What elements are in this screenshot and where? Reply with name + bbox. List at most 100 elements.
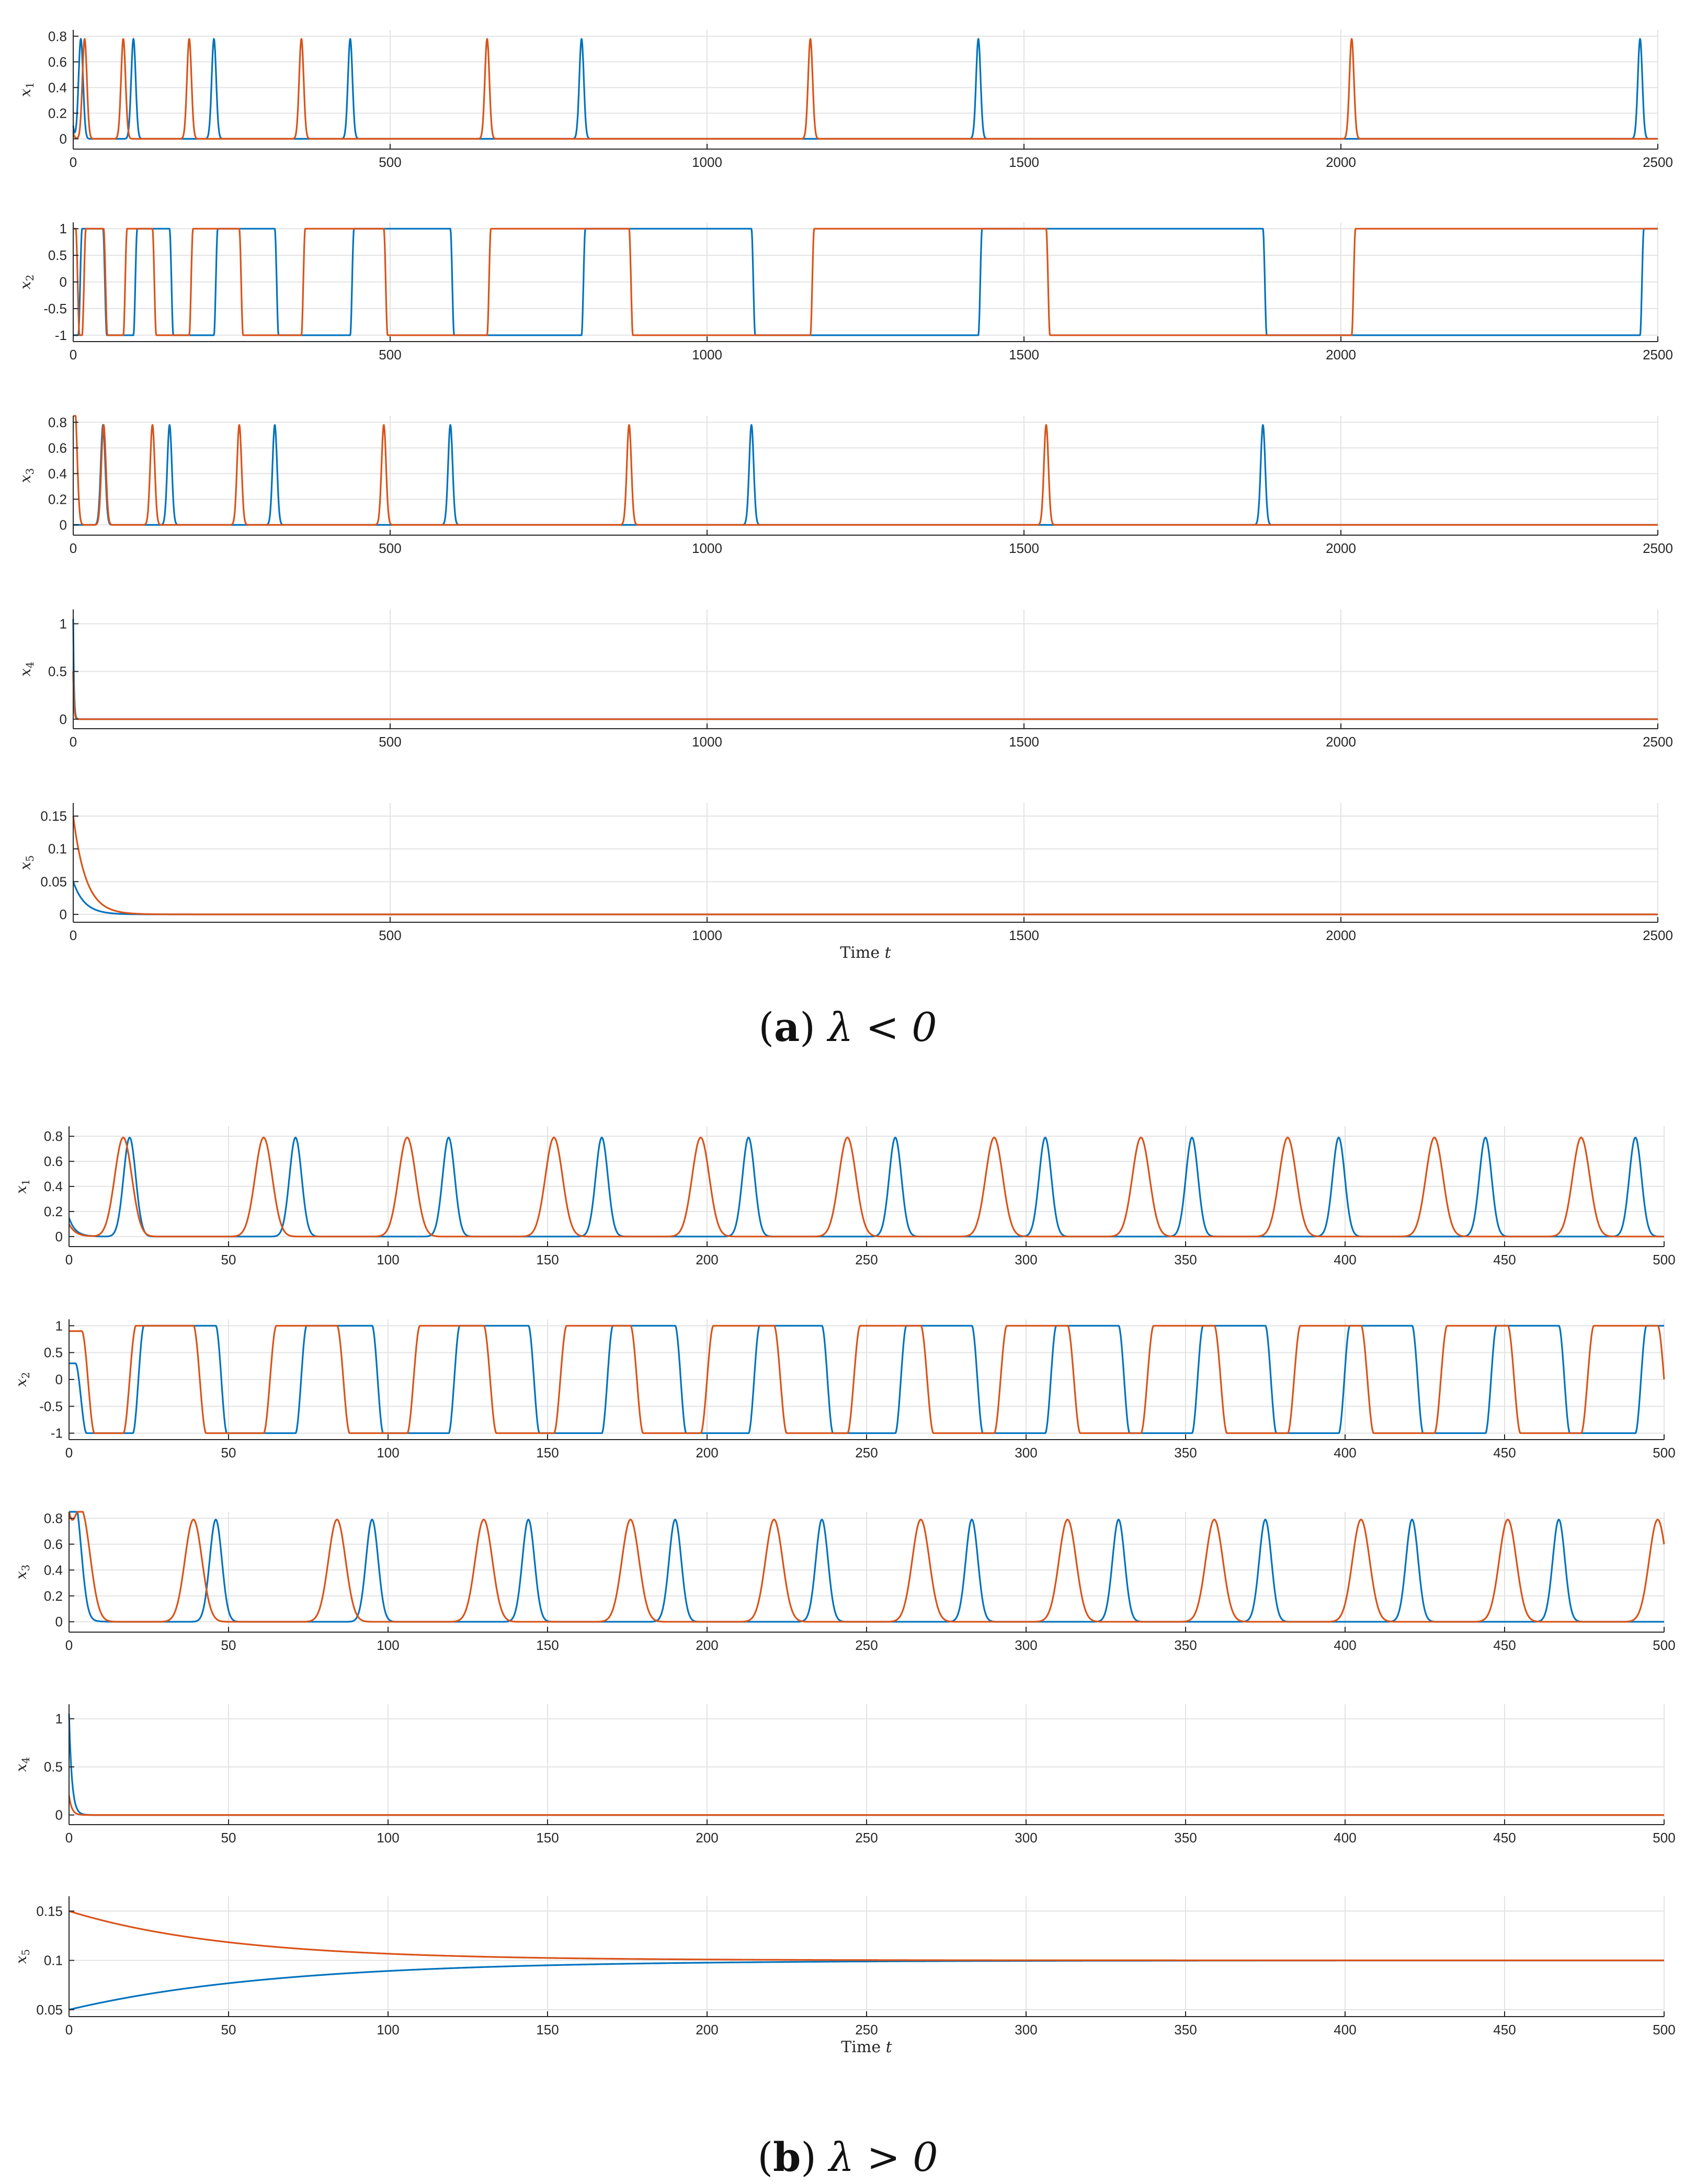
- y-tick-label: 0: [55, 1229, 63, 1244]
- y-tick-label: 1: [55, 1318, 63, 1333]
- x-tick-label: 100: [377, 2022, 399, 2038]
- series-line-2: [72, 38, 1658, 140]
- y-tick-label: -1: [51, 1425, 63, 1441]
- series-line-1: [72, 881, 1658, 915]
- x-tick-label: 50: [221, 1252, 236, 1268]
- x-tick-label: 2000: [1326, 927, 1356, 943]
- y-tick-label: 0.15: [36, 1903, 63, 1919]
- x-tick-label: 2000: [1326, 734, 1356, 750]
- x-tick-label: 500: [1653, 1637, 1675, 1653]
- y-tick-label: 0.4: [48, 466, 67, 481]
- x-tick-label: 250: [855, 1252, 878, 1268]
- y-tick-label: 0.2: [44, 1588, 63, 1604]
- x-tick-label: 2500: [1643, 927, 1673, 943]
- x-axis-label: Time t: [840, 944, 891, 962]
- y-tick-label: 0.8: [44, 1510, 63, 1526]
- x-tick-label: 400: [1334, 1445, 1356, 1461]
- y-tick-label: 0.8: [48, 28, 67, 44]
- y-tick-label: -0.5: [43, 301, 67, 316]
- y-tick-label: 0.05: [40, 874, 67, 889]
- x-tick-label: 350: [1174, 2022, 1197, 2038]
- x-tick-label: 200: [696, 1830, 718, 1846]
- x-tick-label: 1000: [692, 154, 722, 170]
- x-tick-label: 0: [65, 2022, 73, 2038]
- y-tick-label: 1: [55, 1711, 63, 1727]
- y-axis-label: x3: [17, 468, 36, 483]
- x-tick-label: 50: [221, 1637, 236, 1653]
- y-tick-label: 0.4: [44, 1562, 63, 1578]
- x-tick-label: 1500: [1009, 734, 1039, 750]
- y-tick-label: 0.6: [48, 440, 67, 456]
- series-line-2: [72, 816, 1658, 915]
- y-axis-label: x4: [17, 662, 36, 677]
- x-tick-label: 450: [1493, 1830, 1516, 1846]
- x-tick-label: 0: [70, 734, 77, 750]
- subplot-a-x5: 0 500 1000 1500 2000 2500 0 0.05 0.1 0.15 x5 Time t: [17, 803, 1673, 962]
- y-tick-label: 0.2: [44, 1204, 63, 1219]
- caption-b: (b) λ > 0: [757, 2134, 938, 2180]
- x-tick-label: 1000: [692, 927, 722, 943]
- y-axis-label: x4: [13, 1757, 32, 1772]
- y-axis-label: x5: [13, 1949, 32, 1964]
- x-tick-label: 2500: [1643, 347, 1673, 363]
- figure: 0 500 1000 1500 2000 250000.20.40.60.8x10 500 1…: [13, 28, 1676, 2180]
- y-tick-label: 0: [55, 1372, 63, 1387]
- x-tick-label: 50: [221, 1445, 236, 1461]
- x-tick-label: 350: [1174, 1637, 1197, 1653]
- x-tick-label: 350: [1174, 1252, 1197, 1268]
- x-tick-label: 350: [1174, 1445, 1197, 1461]
- y-tick-label: 0.5: [44, 1759, 63, 1775]
- x-tick-label: 0: [65, 1830, 73, 1846]
- x-tick-label: 0: [65, 1445, 73, 1461]
- x-tick-label: 1000: [692, 734, 722, 750]
- y-axis-label: x2: [13, 1372, 32, 1387]
- x-tick-label: 500: [379, 154, 401, 170]
- x-tick-label: 400: [1334, 2022, 1356, 2038]
- subplot-b-x5: 0 50 100 150 200 250 300 350 400 450 500 0.05 0.1 0.1…: [13, 1896, 1676, 2056]
- x-tick-label: 300: [1015, 1252, 1037, 1268]
- x-tick-label: 100: [377, 1637, 399, 1653]
- x-tick-label: 500: [379, 347, 401, 363]
- x-tick-label: 250: [855, 1445, 878, 1461]
- y-tick-label: 0.1: [48, 841, 67, 857]
- y-tick-label: 0: [60, 711, 67, 727]
- x-tick-label: 150: [536, 2022, 559, 2038]
- series-line-2: [72, 671, 1658, 720]
- y-tick-label: 0: [55, 1807, 63, 1823]
- y-tick-label: 0.5: [44, 1345, 63, 1361]
- x-tick-label: 100: [377, 1830, 399, 1846]
- x-tick-label: 400: [1334, 1637, 1356, 1653]
- subplot-b-x1: 0 50 100 150 200 250 300 350 400 450 500 0 0.2 0.4 0.6…: [13, 1126, 1676, 1268]
- y-axis-label: x3: [13, 1565, 32, 1580]
- y-tick-label: -0.5: [39, 1398, 63, 1414]
- y-tick-label: -1: [55, 327, 67, 343]
- x-tick-label: 0: [70, 347, 77, 363]
- y-tick-label: 0.6: [44, 1536, 63, 1552]
- y-tick-label: 0: [60, 274, 67, 290]
- y-tick-label: 0.5: [48, 247, 67, 263]
- x-tick-label: 150: [536, 1445, 559, 1461]
- subplot-b-x3: 0 50 100 150 200 250 300 350 400 450 500 0 0.2 0.4 0.6…: [13, 1510, 1676, 1653]
- x-tick-label: 400: [1334, 1252, 1356, 1268]
- y-tick-label: 0: [60, 907, 67, 922]
- x-tick-label: 300: [1015, 1830, 1037, 1846]
- x-tick-label: 500: [379, 734, 401, 750]
- x-tick-label: 350: [1174, 1830, 1197, 1846]
- x-tick-label: 250: [855, 2022, 878, 2038]
- x-tick-label: 1500: [1009, 347, 1039, 363]
- x-tick-label: 2000: [1326, 154, 1356, 170]
- subplot-b-x2: 0 50 100 150 200 250 300 350 400 450 500 -1 -0.5 0 0.5…: [13, 1318, 1676, 1461]
- y-tick-label: 0: [60, 517, 67, 533]
- y-tick-label: 0: [55, 1614, 63, 1629]
- x-tick-label: 200: [696, 1252, 718, 1268]
- x-tick-label: 50: [221, 2022, 236, 2038]
- x-tick-label: 200: [696, 1637, 718, 1653]
- x-tick-label: 2500: [1643, 154, 1673, 170]
- x-tick-label: 50: [221, 1830, 236, 1846]
- y-tick-label: 0.5: [48, 664, 67, 680]
- y-tick-label: 0.8: [44, 1128, 63, 1144]
- y-axis-label: x2: [17, 275, 36, 290]
- subplot-a-x4: 0 500 1000 1500 2000 2500 0 0.5 1 x4: [17, 609, 1673, 750]
- x-tick-label: 0: [70, 927, 77, 943]
- y-axis-label: x5: [17, 855, 36, 870]
